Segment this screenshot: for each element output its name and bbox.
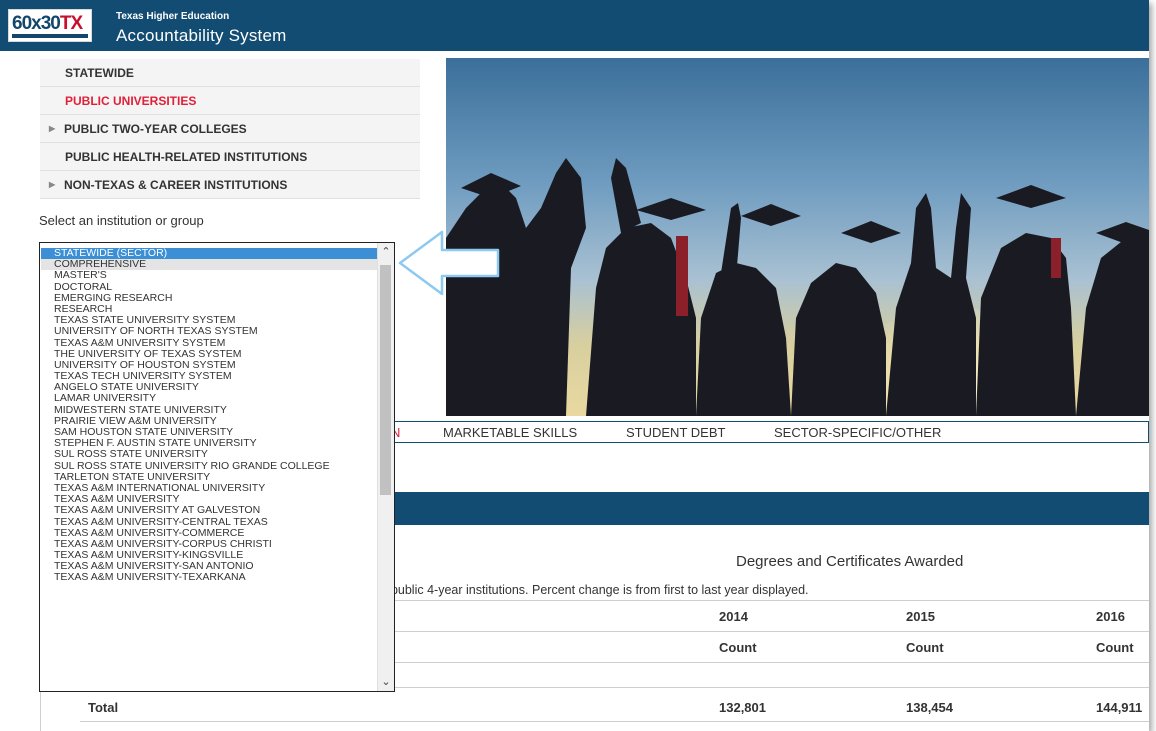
institution-option[interactable]: TEXAS A&M UNIVERSITY-TEXARKANA [41, 572, 378, 583]
institution-option[interactable]: SUL ROSS STATE UNIVERSITY [41, 449, 378, 460]
total-value-2016: 144,911 [1096, 700, 1143, 715]
report-title: Degrees and Certificates Awarded [736, 553, 964, 570]
sector-item-label: NON-TEXAS & CAREER INSTITUTIONS [64, 178, 288, 192]
expand-triangle-icon: ▶ [49, 180, 56, 189]
year-header-2015: 2015 [906, 609, 935, 624]
report-note: t public 4-year institutions. Percent ch… [384, 583, 809, 597]
row-label-total: Total [88, 700, 119, 715]
institution-option[interactable]: UNIVERSITY OF NORTH TEXAS SYSTEM [41, 326, 378, 337]
institution-option[interactable]: MASTER'S [41, 270, 378, 281]
sector-item-statewide[interactable]: STATEWIDE [40, 59, 420, 87]
expand-triangle-icon: ▶ [49, 124, 56, 133]
sector-item-public-two-year-colleges[interactable]: ▶ PUBLIC TWO-YEAR COLLEGES [40, 115, 420, 143]
institution-select-listbox[interactable]: STATEWIDE (SECTOR) COMPREHENSIVE MASTER'S D… [39, 242, 395, 692]
site-header: 60x30TX Texas Higher Education Accountab… [0, 0, 1149, 51]
institution-option[interactable]: TEXAS A&M UNIVERSITY-CENTRAL TEXAS [41, 516, 378, 528]
total-value-2015: 138,454 [906, 700, 953, 715]
scroll-up-icon[interactable]: ⌃ [378, 243, 394, 261]
sector-item-label: PUBLIC UNIVERSITIES [65, 94, 197, 108]
hero-graduates-image [446, 58, 1149, 416]
measure-header: Count [906, 640, 944, 655]
sector-item-label: PUBLIC HEALTH-RELATED INSTITUTIONS [65, 150, 308, 164]
graduates-silhouette [446, 158, 1149, 416]
year-header-2014: 2014 [719, 609, 748, 624]
logo-tx: TX [59, 13, 83, 34]
logo-60x30tx[interactable]: 60x30TX [8, 9, 92, 42]
measure-header: Count [719, 640, 757, 655]
sector-menu: STATEWIDE PUBLIC UNIVERSITIES ▶ PUBLIC T… [40, 59, 420, 203]
institution-option[interactable]: TEXAS A&M UNIVERSITY SYSTEM [41, 337, 378, 349]
table-rule [80, 721, 1149, 722]
institution-select-label: Select an institution or group [39, 213, 204, 228]
scroll-thumb[interactable] [380, 265, 391, 495]
institution-option[interactable]: LAMAR UNIVERSITY [41, 393, 378, 404]
listbox-scrollbar[interactable]: ⌃ ⌄ [377, 243, 394, 691]
pointer-arrow-icon [398, 230, 500, 296]
total-value-2014: 132,801 [719, 700, 766, 715]
sector-item-label: STATEWIDE [65, 66, 134, 80]
logo-text: 60x30TX [12, 13, 83, 34]
tab-sector-specific-other[interactable]: SECTOR-SPECIFIC/OTHER [774, 425, 941, 440]
scroll-down-icon[interactable]: ⌄ [378, 673, 394, 691]
tab-marketable-skills[interactable]: MARKETABLE SKILLS [443, 425, 577, 440]
sector-item-label: PUBLIC TWO-YEAR COLLEGES [64, 122, 247, 136]
header-subtitle: Texas Higher Education [116, 11, 230, 22]
sector-item-non-texas-career[interactable]: ▶ NON-TEXAS & CAREER INSTITUTIONS [40, 171, 420, 199]
measure-header: Count [1096, 640, 1134, 655]
header-title: Accountability System [116, 26, 287, 45]
sector-item-public-universities[interactable]: PUBLIC UNIVERSITIES [40, 87, 420, 115]
logo-number: 60x30 [12, 13, 61, 34]
page-frame: 60x30TX Texas Higher Education Accountab… [0, 0, 1149, 731]
sector-item-public-health-related[interactable]: PUBLIC HEALTH-RELATED INSTITUTIONS [40, 143, 420, 171]
tab-student-debt[interactable]: STUDENT DEBT [626, 425, 725, 440]
year-header-2016: 2016 [1096, 609, 1125, 624]
institution-option[interactable]: TEXAS A&M UNIVERSITY AT GALVESTON [41, 505, 378, 516]
institution-options: STATEWIDE (SECTOR) COMPREHENSIVE MASTER'S D… [41, 247, 378, 584]
logo-bar [12, 34, 88, 38]
